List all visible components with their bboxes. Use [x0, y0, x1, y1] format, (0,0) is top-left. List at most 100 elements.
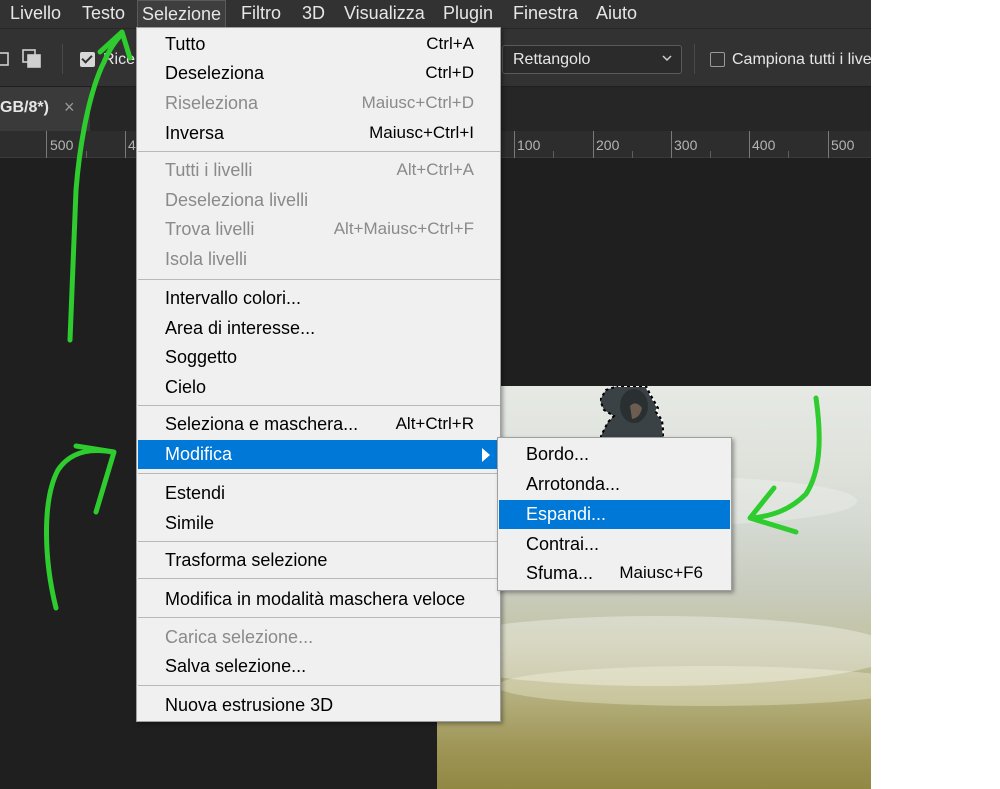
menu-separator — [138, 685, 500, 686]
menu-visualizza[interactable]: Visualizza — [340, 0, 429, 28]
page-margin — [871, 0, 1000, 789]
sample-all-layers-label: Campiona tutti i live — [732, 51, 871, 68]
menu-item-tutto[interactable]: Tutto Ctrl+A — [138, 30, 500, 59]
menu-plugin[interactable]: Plugin — [439, 0, 497, 28]
ruler-tick — [671, 131, 672, 158]
menu-item-label: Trasforma selezione — [165, 550, 328, 570]
document-tab-title: GB/8*) — [0, 99, 49, 116]
ruler-tick — [749, 131, 750, 158]
toolbar-divider — [694, 44, 695, 74]
chevron-down-icon — [662, 55, 672, 62]
menu-item-label: Riseleziona — [165, 93, 259, 113]
menu-item-label: Estendi — [165, 483, 226, 503]
ruler-minor-tick — [788, 151, 789, 158]
sample-all-layers-checkbox[interactable] — [710, 52, 725, 67]
ruler-label: 500 — [50, 137, 74, 153]
menu-separator — [138, 405, 500, 406]
menu-item-inversa[interactable]: Inversa Maiusc+Ctrl+I — [138, 119, 500, 148]
menu-item-label: Simile — [165, 513, 215, 533]
menu-item-deseleziona-livelli: Deseleziona livelli — [138, 186, 500, 215]
menu-item-label: Area di interesse... — [165, 318, 316, 338]
menu-item-label: Deseleziona livelli — [165, 190, 309, 210]
menu-item-maschera-veloce[interactable]: Modifica in modalità maschera veloce — [138, 585, 500, 614]
anti-alias-label: Ricer — [103, 51, 137, 68]
menu-item-isola-livelli: Isola livelli — [138, 245, 500, 274]
selected-subject — [600, 386, 664, 438]
submenu-item-contrai[interactable]: Contrai... — [499, 530, 730, 559]
menu-item-label: Isola livelli — [165, 249, 248, 269]
document-tab[interactable]: GB/8*) × — [0, 87, 90, 131]
anti-alias-checkbox[interactable] — [80, 52, 95, 67]
close-icon[interactable]: × — [64, 97, 75, 118]
selezione-menu: Tutto Ctrl+A Deseleziona Ctrl+D Riselezion… — [136, 27, 501, 722]
menu-item-label: Tutti i livelli — [165, 160, 253, 180]
ruler-tick — [593, 131, 594, 158]
menu-item-label: Nuova estrusione 3D — [165, 695, 334, 715]
ruler-minor-tick — [553, 151, 554, 158]
menu-item-intervallo-colori[interactable]: Intervallo colori... — [138, 284, 500, 313]
menu-item-label: Cielo — [165, 377, 207, 397]
ruler-minor-tick — [86, 151, 87, 158]
ruler-label: 300 — [674, 137, 698, 153]
menu-item-label: Trova livelli — [165, 219, 255, 239]
ruler-minor-tick — [710, 151, 711, 158]
menu-separator — [138, 617, 500, 618]
modifica-submenu: Bordo... Arrotonda... Espandi... Contrai… — [497, 437, 732, 591]
subtract-selection-icon[interactable] — [21, 48, 43, 70]
submenu-arrow-icon — [482, 448, 490, 462]
menu-bar: Livello Testo Selezione Filtro 3D Visual… — [0, 0, 871, 28]
ruler-tick — [828, 131, 829, 158]
menu-livello[interactable]: Livello — [6, 0, 65, 28]
menu-item-estendi[interactable]: Estendi — [138, 479, 500, 508]
menu-item-riseleziona: Riseleziona Maiusc+Ctrl+D — [138, 89, 500, 118]
menu-item-label: Bordo... — [526, 444, 590, 464]
menu-filtro[interactable]: Filtro — [237, 0, 285, 28]
menu-item-cielo[interactable]: Cielo — [138, 373, 500, 402]
menu-item-deseleziona[interactable]: Deseleziona Ctrl+D — [138, 59, 500, 88]
menu-item-shortcut: Ctrl+A — [426, 34, 474, 53]
menu-item-shortcut: Ctrl+D — [425, 63, 474, 82]
ruler-label: 500 — [831, 137, 855, 153]
menu-item-label: Tutto — [165, 34, 206, 54]
style-select[interactable]: Rettangolo — [502, 45, 682, 74]
menu-item-salva-selezione[interactable]: Salva selezione... — [138, 652, 500, 681]
menu-item-trasforma-selezione[interactable]: Trasforma selezione — [138, 546, 500, 575]
menu-item-modifica[interactable]: Modifica — [138, 440, 500, 469]
menu-item-label: Salva selezione... — [165, 656, 307, 676]
menu-item-label: Contrai... — [526, 534, 600, 554]
menu-selezione[interactable]: Selezione — [137, 0, 227, 28]
ruler-label: 400 — [752, 137, 776, 153]
menu-3d[interactable]: 3D — [298, 0, 329, 28]
menu-separator — [138, 151, 500, 152]
menu-item-label: Modifica — [165, 444, 233, 464]
menu-item-seleziona-e-maschera[interactable]: Seleziona e maschera... Alt+Ctrl+R — [138, 410, 500, 439]
menu-item-label: Carica selezione... — [165, 627, 314, 647]
menu-item-label: Intervallo colori... — [165, 288, 302, 308]
menu-item-shortcut: Alt+Ctrl+A — [396, 160, 474, 179]
ruler-tick — [46, 131, 47, 158]
submenu-item-espandi[interactable]: Espandi... — [499, 500, 730, 529]
ruler-minor-tick — [632, 151, 633, 158]
ruler-label: 200 — [596, 137, 620, 153]
menu-testo[interactable]: Testo — [78, 0, 129, 28]
ruler-tick — [514, 131, 515, 158]
menu-item-soggetto[interactable]: Soggetto — [138, 343, 500, 372]
menu-item-shortcut: Maiusc+F6 — [619, 563, 703, 582]
style-select-value: Rettangolo — [513, 51, 591, 68]
menu-item-area-di-interesse[interactable]: Area di interesse... — [138, 314, 500, 343]
wave-foam — [497, 666, 871, 706]
ruler-label: 4 — [128, 137, 136, 153]
selection-mode-icon[interactable] — [0, 48, 16, 70]
menu-item-shortcut: Maiusc+Ctrl+I — [369, 123, 474, 142]
menu-aiuto[interactable]: Aiuto — [592, 0, 641, 28]
submenu-item-bordo[interactable]: Bordo... — [499, 440, 730, 469]
submenu-item-arrotonda[interactable]: Arrotonda... — [499, 470, 730, 499]
menu-item-shortcut: Alt+Maiusc+Ctrl+F — [333, 219, 474, 238]
menu-item-nuova-estrusione-3d[interactable]: Nuova estrusione 3D — [138, 691, 500, 720]
menu-item-label: Deseleziona — [165, 63, 265, 83]
submenu-item-sfuma[interactable]: Sfuma... Maiusc+F6 — [499, 559, 730, 588]
menu-item-label: Soggetto — [165, 347, 238, 367]
menu-item-simile[interactable]: Simile — [138, 509, 500, 538]
menu-finestra[interactable]: Finestra — [509, 0, 582, 28]
menu-item-label: Arrotonda... — [526, 474, 621, 494]
